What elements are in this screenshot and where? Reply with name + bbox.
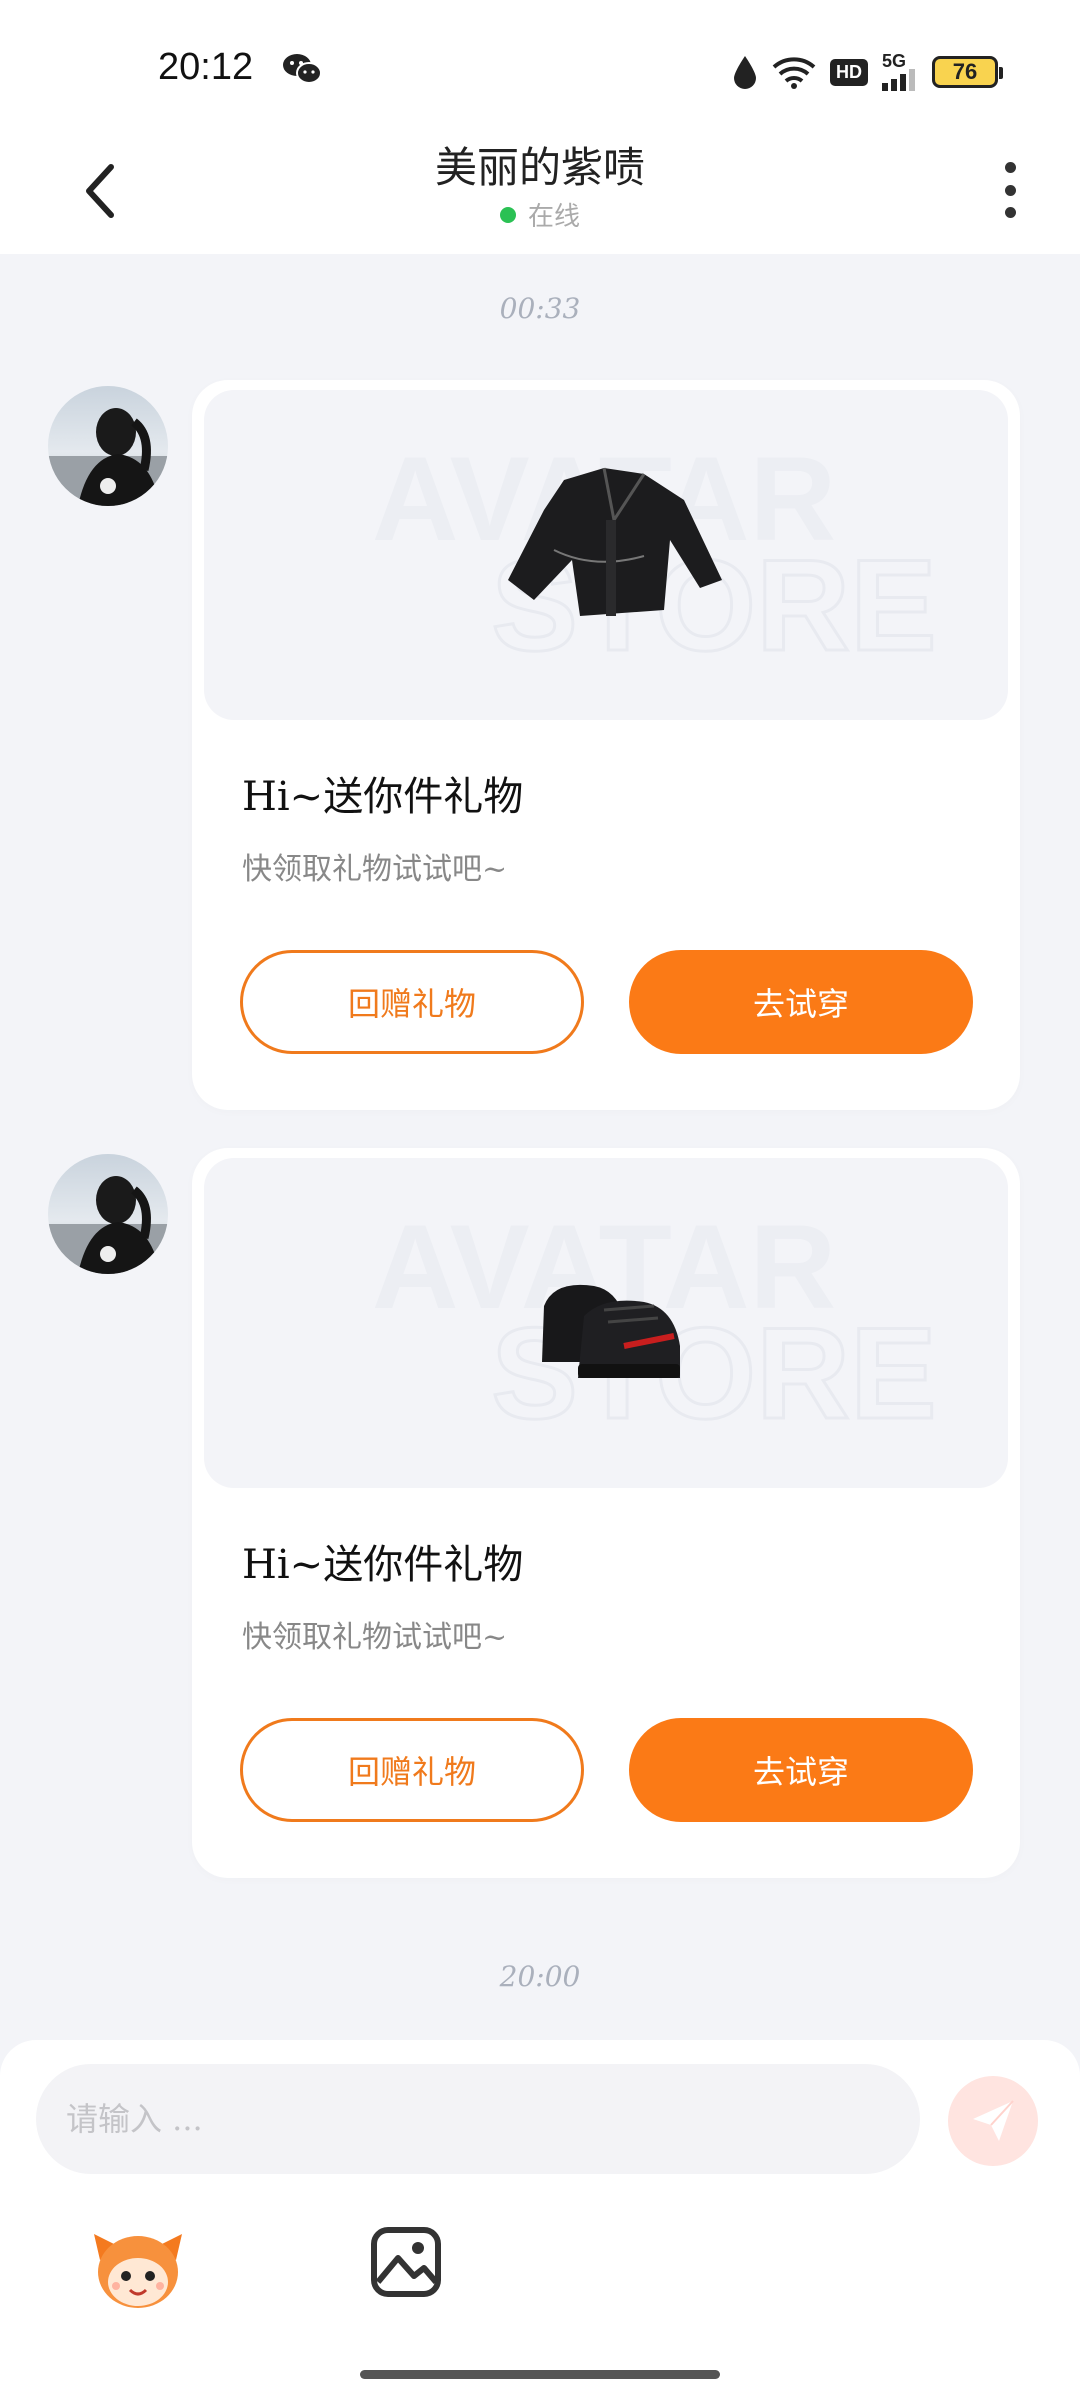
send-icon <box>973 2100 1014 2141</box>
water-drop-icon <box>734 56 756 89</box>
contact-name: 美丽的紫啧 <box>434 143 645 192</box>
shoes-icon <box>542 1284 680 1378</box>
status-bar: 20:12 HD 5G 76 <box>0 0 1080 130</box>
card-title: Hi~送你件礼物 <box>242 774 524 820</box>
message-timestamp: 20:00 <box>499 1960 581 1993</box>
return-gift-button[interactable]: 回赠礼物 <box>240 1718 584 1822</box>
mascot-button[interactable] <box>90 2220 186 2316</box>
wifi-icon <box>772 57 816 89</box>
more-options-button[interactable] <box>988 154 1032 226</box>
card-subtitle: 快领取礼物试试吧~ <box>242 852 508 887</box>
hd-icon: HD <box>830 58 868 86</box>
more-vertical-icon <box>1004 162 1016 173</box>
signal-bars <box>882 69 915 91</box>
image-picker-button[interactable] <box>368 2224 444 2300</box>
gift-image[interactable]: AVATAR STORE <box>204 390 1008 720</box>
gift-image[interactable]: AVATAR STORE <box>204 1158 1008 1488</box>
message-input[interactable] <box>36 2064 920 2174</box>
signal-5g-icon: 5G <box>882 51 918 91</box>
card-title: Hi~送你件礼物 <box>242 1542 524 1588</box>
status-icons: HD 5G 76 <box>732 50 1003 94</box>
composer-panel <box>0 2040 1080 2400</box>
image-icon <box>371 2227 441 2297</box>
avatar-image <box>48 408 168 506</box>
message-timestamp: 00:33 <box>499 292 581 325</box>
try-on-button[interactable]: 去试穿 <box>629 1718 973 1822</box>
jacket-icon <box>508 467 722 616</box>
online-dot <box>499 206 516 223</box>
gift-card[interactable]: AVATAR STORE Hi~送你件礼物 快领取礼物试试吧~ 回赠礼物 去试穿 <box>192 1148 1020 1878</box>
status-time: 20:12 <box>158 46 254 88</box>
battery-icon: 76 <box>932 56 1003 88</box>
network-label: 5G <box>882 51 907 71</box>
online-status: 在线 <box>0 196 1080 233</box>
avatar[interactable] <box>48 386 168 506</box>
wechat-icon <box>283 54 322 84</box>
online-text: 在线 <box>527 202 580 232</box>
home-indicator <box>360 2370 720 2379</box>
send-button[interactable] <box>948 2076 1038 2166</box>
mascot-icon <box>94 2234 182 2308</box>
gift-card[interactable]: AVATAR STORE Hi~送你件礼物 快领取礼物试试吧~ 回赠礼物 去试穿 <box>192 380 1020 1110</box>
try-on-button[interactable]: 去试穿 <box>629 950 973 1054</box>
card-subtitle: 快领取礼物试试吧~ <box>242 1620 508 1655</box>
chat-header: 美丽的紫啧 在线 <box>0 130 1080 254</box>
avatar-image <box>48 1176 168 1274</box>
battery-level: 76 <box>952 59 978 84</box>
avatar[interactable] <box>48 1154 168 1274</box>
return-gift-button[interactable]: 回赠礼物 <box>240 950 584 1054</box>
